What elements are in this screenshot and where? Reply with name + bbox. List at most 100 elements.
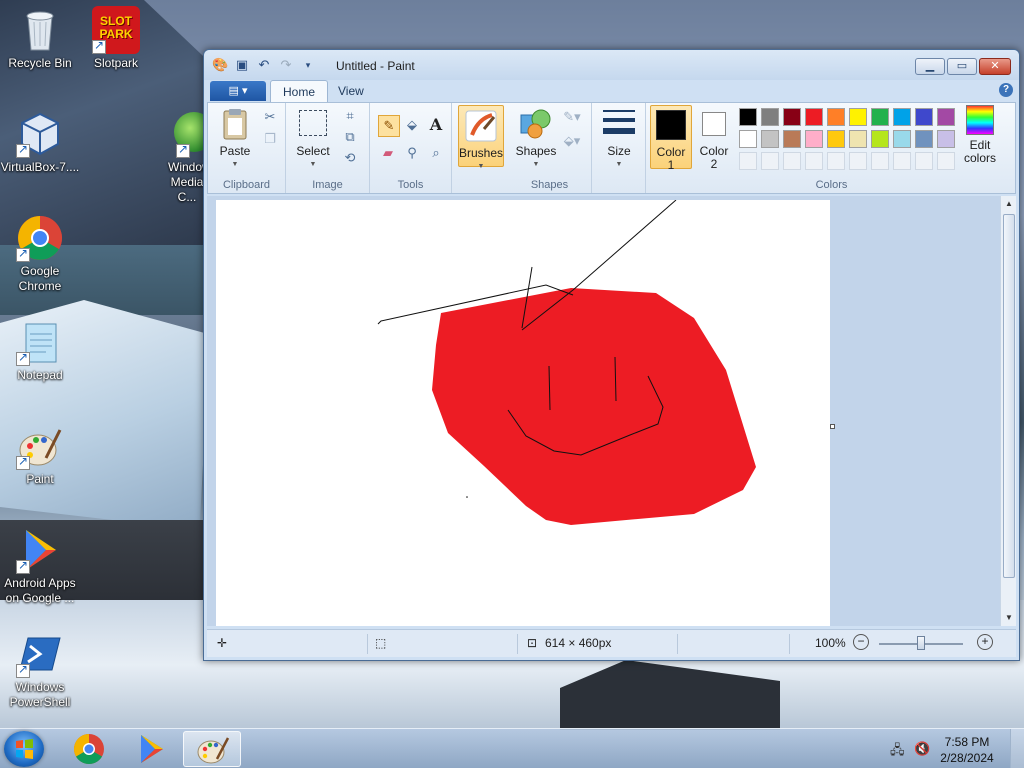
zoom-out-icon[interactable]: − — [853, 634, 869, 650]
desktop-icon-google-chrome[interactable]: Google Chrome — [0, 214, 80, 294]
canvas-area[interactable] — [207, 196, 1001, 626]
title-bar[interactable]: 🎨 ▣ ↶ ↷ ▾ Untitled - Paint ▁ ▭ ✕ — [204, 50, 1019, 80]
zoom-slider-thumb[interactable] — [917, 636, 925, 650]
brushes-button[interactable]: Brushes ▼ — [458, 105, 504, 170]
palette-swatch-empty[interactable] — [827, 152, 845, 170]
rotate-icon[interactable]: ⟲ — [340, 148, 360, 168]
zoom-in-icon[interactable]: + — [977, 634, 993, 650]
palette-swatch-empty[interactable] — [761, 152, 779, 170]
paste-button[interactable]: Paste ▼ — [214, 107, 256, 171]
palette-swatch[interactable] — [827, 130, 845, 148]
crop-icon[interactable]: ⌗ — [340, 106, 360, 126]
text-tool-icon[interactable]: A — [426, 115, 446, 135]
tab-home[interactable]: Home — [270, 80, 329, 102]
desktop-icon-virtualbox[interactable]: VirtualBox-7.... — [0, 110, 80, 175]
palette-swatch[interactable] — [805, 108, 823, 126]
paint-icon — [16, 422, 64, 470]
palette-swatch[interactable] — [761, 130, 779, 148]
desktop-icon-android-apps[interactable]: Android Apps on Google ... — [0, 526, 80, 606]
desktop-icon-label: Recycle Bin — [8, 56, 72, 70]
shapes-button[interactable]: Shapes ▼ — [514, 107, 558, 171]
ribbon: Paste ▼ ✂ ❐ Clipboard Select ▼ ⌗ ⧉ ⟲ Ima… — [207, 102, 1016, 194]
palette-swatch-empty[interactable] — [893, 152, 911, 170]
palette-swatch-empty[interactable] — [783, 152, 801, 170]
magnifier-icon[interactable]: ⌕ — [426, 143, 446, 163]
palette-swatch[interactable] — [871, 130, 889, 148]
paint-window[interactable]: 🎨 ▣ ↶ ↷ ▾ Untitled - Paint ▁ ▭ ✕ ▤ ▾ Hom… — [203, 49, 1020, 661]
start-button[interactable] — [4, 731, 44, 767]
show-desktop-button[interactable] — [1010, 729, 1024, 768]
scroll-up-icon[interactable]: ▲ — [1001, 196, 1017, 212]
palette-swatch[interactable] — [937, 108, 955, 126]
canvas-size-icon: ⊡ — [527, 636, 538, 650]
help-icon[interactable]: ? — [999, 83, 1013, 97]
network-icon[interactable]: 🖧 — [890, 741, 906, 757]
paint-app-icon[interactable]: 🎨 — [212, 57, 228, 73]
taskbar-paint[interactable] — [183, 731, 241, 767]
drawing-canvas[interactable] — [216, 199, 830, 626]
cut-icon[interactable]: ✂ — [260, 107, 280, 127]
outline-icon[interactable]: ✎▾ — [562, 107, 582, 127]
tools-group-label: Tools — [397, 179, 424, 191]
palette-swatch[interactable] — [915, 108, 933, 126]
save-icon[interactable]: ▣ — [234, 57, 250, 73]
pencil-icon[interactable]: ✎ — [378, 115, 400, 137]
eraser-icon[interactable]: ▰ — [378, 143, 398, 163]
palette-swatch[interactable] — [849, 130, 867, 148]
palette-swatch-empty[interactable] — [871, 152, 889, 170]
palette-swatch[interactable] — [739, 130, 757, 148]
undo-icon[interactable]: ↶ — [256, 57, 272, 73]
canvas-resize-handle[interactable] — [830, 424, 835, 429]
desktop-icon-paint[interactable]: Paint — [0, 422, 80, 487]
palette-swatch[interactable] — [805, 130, 823, 148]
desktop-icon-powershell[interactable]: Windows PowerShell — [0, 630, 80, 710]
scroll-down-icon[interactable]: ▼ — [1001, 610, 1017, 626]
clock[interactable]: 7:58 PM 2/28/2024 — [932, 734, 1002, 766]
palette-swatch-empty[interactable] — [915, 152, 933, 170]
quick-access-toolbar: 🎨 ▣ ↶ ↷ ▾ — [212, 57, 316, 73]
palette-swatch-empty[interactable] — [805, 152, 823, 170]
redo-icon[interactable]: ↷ — [278, 57, 294, 73]
desktop-icon-recycle-bin[interactable]: Recycle Bin — [0, 6, 80, 71]
vertical-scrollbar[interactable]: ▲ ▼ — [1000, 196, 1016, 626]
taskbar-google-play[interactable] — [121, 731, 179, 767]
palette-swatch[interactable] — [893, 130, 911, 148]
customize-chevron-icon[interactable]: ▾ — [300, 57, 316, 73]
volume-muted-icon[interactable]: 🔇 — [914, 741, 932, 757]
color1-button[interactable]: Color 1 — [650, 105, 692, 172]
copy-icon[interactable]: ❐ — [260, 129, 280, 149]
resize-icon[interactable]: ⧉ — [340, 127, 360, 147]
desktop-icon-label: Notepad — [17, 368, 63, 382]
scroll-thumb[interactable] — [1003, 214, 1015, 578]
desktop-icon-notepad[interactable]: Notepad — [0, 318, 80, 383]
edit-colors-button[interactable]: Edit colors — [958, 105, 1002, 165]
palette-swatch[interactable] — [893, 108, 911, 126]
paint-menu-button[interactable]: ▤ ▾ — [210, 81, 266, 101]
close-button[interactable]: ✕ — [979, 58, 1011, 75]
shape-fill-icon[interactable]: ⬙▾ — [562, 131, 582, 151]
maximize-button[interactable]: ▭ — [947, 58, 977, 75]
fill-bucket-icon[interactable]: ⬙ — [402, 115, 422, 135]
palette-swatch[interactable] — [937, 130, 955, 148]
color2-button[interactable]: Color 2 — [694, 105, 734, 171]
palette-swatch[interactable] — [915, 130, 933, 148]
minimize-button[interactable]: ▁ — [915, 58, 945, 75]
palette-swatch[interactable] — [783, 130, 801, 148]
desktop-icon-slotpark[interactable]: SLOT PARK Slotpark — [76, 6, 156, 71]
taskbar-chrome[interactable] — [60, 731, 118, 767]
palette-swatch[interactable] — [871, 108, 889, 126]
brushes-group: Brushes ▼ — [452, 103, 508, 193]
color-picker-icon[interactable]: ⚲ — [402, 143, 422, 163]
select-button[interactable]: Select ▼ — [292, 107, 334, 171]
palette-swatch[interactable] — [849, 108, 867, 126]
palette-swatch[interactable] — [783, 108, 801, 126]
palette-swatch-empty[interactable] — [849, 152, 867, 170]
palette-swatch[interactable] — [761, 108, 779, 126]
size-button[interactable]: Size ▼ — [598, 107, 640, 171]
palette-swatch-empty[interactable] — [739, 152, 757, 170]
palette-swatch[interactable] — [739, 108, 757, 126]
palette-swatch[interactable] — [827, 108, 845, 126]
desktop-icon-windows-media-center[interactable]: Windows Media C... — [150, 110, 206, 205]
tab-view[interactable]: View — [326, 80, 376, 102]
palette-swatch-empty[interactable] — [937, 152, 955, 170]
